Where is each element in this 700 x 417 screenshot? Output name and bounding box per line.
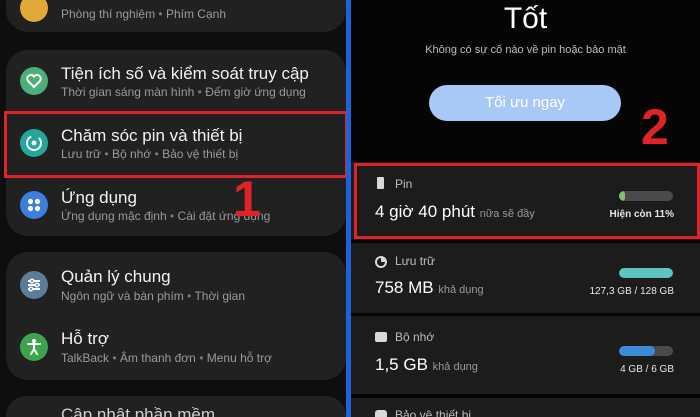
settings-item-subtitle: Phòng thí nghiệm • Phím Cạnh (61, 7, 226, 21)
general-management-icon (20, 271, 48, 299)
apps-icon (20, 191, 48, 219)
device-care-pane: Tốt Không có sự cố nào về pin hoặc bảo m… (351, 0, 700, 417)
storage-usage: 127,3 GB / 128 GB (589, 286, 675, 297)
accessibility-icon (20, 333, 48, 361)
device-protection-label: Bảo vệ thiết bị (395, 408, 472, 417)
shield-icon (375, 410, 387, 417)
settings-group-2: Quản lý chung Ngôn ngữ và bàn phím • Thờ… (6, 252, 346, 380)
storage-available: 758 MB khả dụng (375, 278, 484, 297)
settings-item-software-update[interactable]: Cập nhật phần mềm (61, 405, 215, 417)
settings-item-accessibility[interactable]: Hỗ trợ TalkBack • Âm thanh đơn • Menu hỗ… (6, 316, 346, 378)
status-subtitle: Không có sự cố nào về pin hoặc bảo mật (425, 44, 626, 56)
device-protection-card[interactable]: Bảo vệ thiết bị (351, 398, 700, 417)
settings-item-subtitle: Thời gian sáng màn hình • Đếm giờ ứng dụ… (61, 85, 306, 99)
settings-group-bottom: Cập nhật phần mềm (6, 396, 346, 417)
memory-icon (375, 332, 387, 342)
memory-available: 1,5 GB khả dụng (375, 355, 478, 374)
memory-label: Bộ nhớ (395, 330, 435, 344)
storage-usage-bar (619, 268, 673, 278)
settings-item-apps[interactable]: Ứng dụng Ứng dụng mặc định • Cài đặt ứng… (6, 174, 346, 236)
settings-item-title: Ứng dụng (61, 188, 137, 207)
settings-item-title: Tiện ích số và kiểm soát truy cập (61, 64, 309, 83)
storage-icon (375, 255, 387, 268)
settings-item-general-management[interactable]: Quản lý chung Ngôn ngữ và bàn phím • Thờ… (6, 254, 346, 316)
highlight-box-2 (354, 163, 700, 239)
settings-group-top: Phòng thí nghiệm • Phím Cạnh (6, 0, 346, 32)
storage-card[interactable]: Lưu trữ 758 MB khả dụng 127,3 GB / 128 G… (351, 243, 700, 313)
annotation-number-2: 2 (641, 99, 669, 155)
advanced-features-icon (20, 0, 48, 22)
highlight-box-1 (4, 111, 346, 178)
memory-card[interactable]: Bộ nhớ 1,5 GB khả dụng 4 GB / 6 GB (351, 316, 700, 394)
settings-item-title: Hỗ trợ (61, 329, 109, 348)
memory-usage-bar (619, 346, 673, 356)
settings-pane: Phòng thí nghiệm • Phím Cạnh Tiện ích số… (0, 0, 346, 417)
storage-label: Lưu trữ (395, 254, 436, 268)
settings-item-subtitle: Ngôn ngữ và bàn phím • Thời gian (61, 289, 246, 303)
annotation-number-1: 1 (233, 171, 261, 227)
settings-item-subtitle: TalkBack • Âm thanh đơn • Menu hỗ trợ (61, 351, 272, 365)
status-title: Tốt (503, 2, 548, 35)
settings-item-digital-wellbeing[interactable]: Tiện ích số và kiểm soát truy cập Thời g… (6, 50, 346, 112)
settings-item-title: Quản lý chung (61, 267, 171, 286)
digital-wellbeing-icon (20, 67, 48, 95)
optimize-button[interactable]: Tối ưu ngay (429, 85, 621, 121)
memory-usage: 4 GB / 6 GB (620, 364, 674, 375)
settings-item-advanced[interactable]: Phòng thí nghiệm • Phím Cạnh (6, 0, 346, 32)
